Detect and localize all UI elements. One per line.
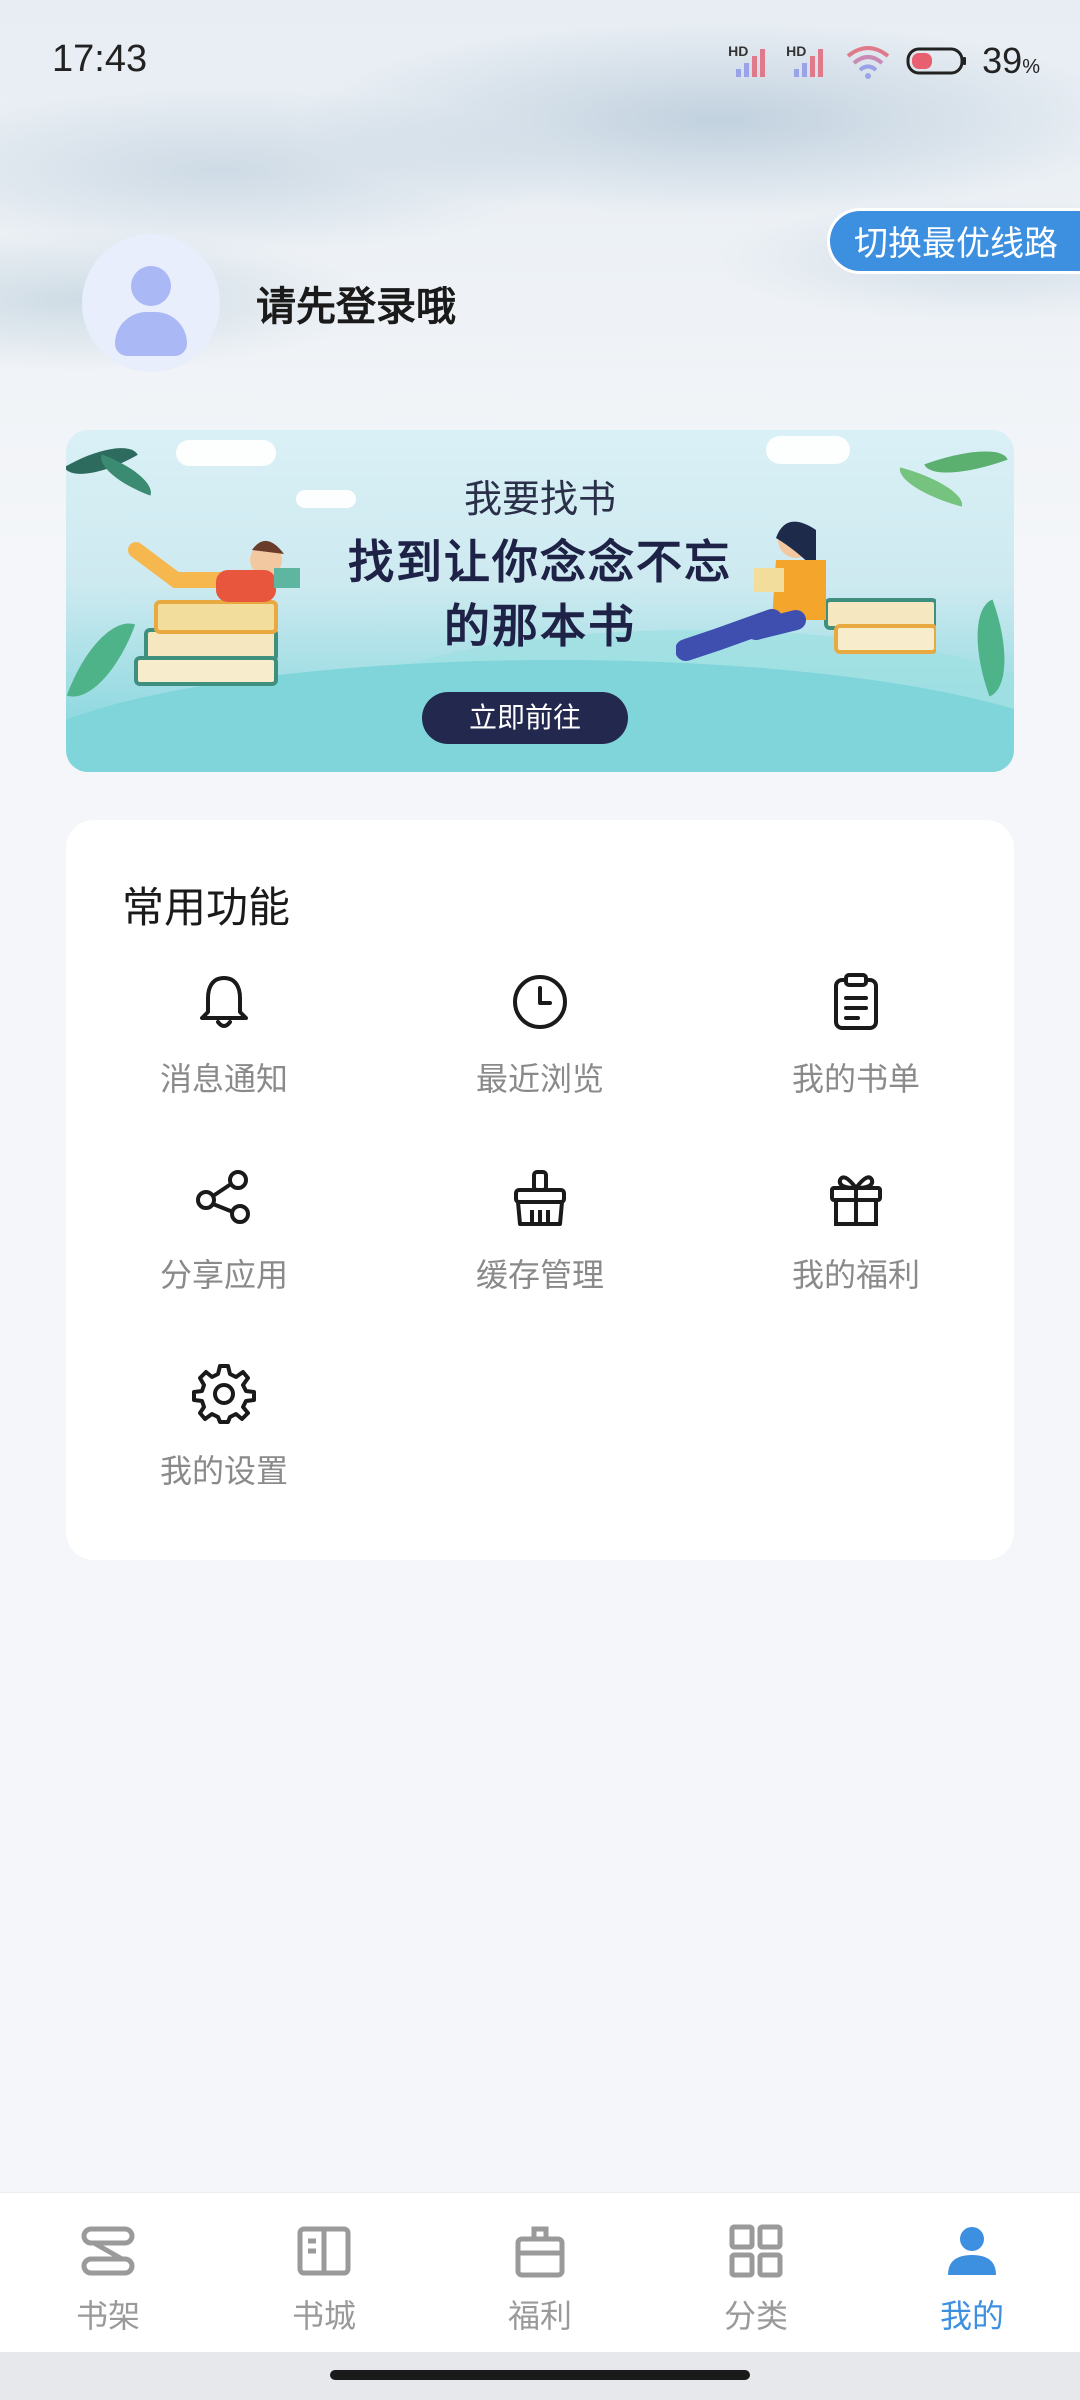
function-cache[interactable]: 缓存管理: [382, 1166, 698, 1336]
function-label: 我的书单: [791, 1060, 920, 1098]
nav-label: 福利: [507, 2297, 572, 2335]
status-icons: HD HD 39%: [728, 40, 1040, 82]
avatar[interactable]: [82, 234, 220, 372]
status-time: 17:43: [52, 38, 148, 80]
battery-icon: [906, 47, 967, 75]
sim2-label: HD: [786, 43, 807, 59]
nav-mine[interactable]: 我的: [864, 2193, 1080, 2352]
nav-label: 我的: [939, 2297, 1004, 2335]
banner-subtitle: 我要找书: [463, 477, 616, 521]
share-icon: [196, 1170, 250, 1224]
gear-icon: [192, 1364, 256, 1424]
signal-icon: HD: [728, 43, 772, 79]
clock-icon: [513, 975, 567, 1029]
bell-icon: [200, 976, 248, 1028]
person-icon: [948, 2227, 996, 2275]
function-booklist[interactable]: 我的书单: [698, 970, 1014, 1140]
signal-icon-2: HD: [786, 43, 830, 79]
grid-icon: [729, 2224, 783, 2278]
function-share[interactable]: 分享应用: [66, 1166, 382, 1336]
sim1-label: HD: [728, 43, 749, 59]
banner-headline: 找到让你念念不忘 的那本书: [66, 530, 1014, 658]
function-settings[interactable]: 我的设置: [66, 1362, 382, 1532]
nav-label: 书架: [75, 2297, 140, 2335]
cloud-icon: [176, 440, 276, 466]
function-label: 最近浏览: [475, 1060, 604, 1098]
card-title: 常用功能: [122, 883, 291, 932]
cloud-icon: [766, 436, 850, 464]
status-bar: 17:43 HD HD 39%: [0, 0, 1080, 120]
banner-headline-line1: 找到让你念念不忘: [348, 535, 732, 589]
gesture-bar: [0, 2352, 1080, 2400]
function-notifications[interactable]: 消息通知: [66, 970, 382, 1140]
home-indicator[interactable]: [330, 2370, 750, 2380]
function-label: 消息通知: [159, 1060, 288, 1098]
gift-bag-icon: [515, 2226, 565, 2278]
clipboard-icon: [834, 973, 878, 1030]
function-label: 我的福利: [791, 1256, 920, 1294]
login-prompt[interactable]: 请先登录哦: [256, 274, 456, 332]
function-label: 缓存管理: [475, 1256, 604, 1294]
bookshelf-icon: [81, 2226, 135, 2276]
go-now-button[interactable]: 立即前往: [422, 692, 628, 744]
nav-bookstore[interactable]: 书城: [216, 2193, 432, 2352]
battery-percent: 39%: [982, 40, 1040, 81]
gift-icon: [830, 1175, 882, 1226]
book-open-icon: [297, 2226, 351, 2276]
nav-bookshelf[interactable]: 书架: [0, 2193, 216, 2352]
common-functions-card: 常用功能 消息通知 最近浏览 我的书单 分享应用 缓存管理 我的福利 我的设置: [66, 820, 1014, 1560]
banner-headline-line2: 的那本书: [444, 599, 636, 653]
login-profile[interactable]: 请先登录哦: [82, 234, 456, 372]
nav-welfare[interactable]: 福利: [432, 2193, 648, 2352]
nav-category[interactable]: 分类: [648, 2193, 864, 2352]
nav-label: 书城: [291, 2297, 356, 2335]
function-label: 分享应用: [159, 1256, 288, 1294]
find-book-banner[interactable]: 我要找书 找到让你念念不忘 的那本书 立即前往: [66, 430, 1014, 772]
broom-icon: [514, 1170, 566, 1226]
wifi-icon: [846, 46, 890, 79]
function-recent[interactable]: 最近浏览: [382, 970, 698, 1140]
function-label: 我的设置: [159, 1452, 288, 1490]
nav-label: 分类: [723, 2297, 788, 2335]
function-welfare[interactable]: 我的福利: [698, 1166, 1014, 1336]
switch-line-button[interactable]: 切换最优线路: [827, 208, 1080, 274]
bottom-nav: 书架 书城 福利 分类 我的: [0, 2192, 1080, 2352]
